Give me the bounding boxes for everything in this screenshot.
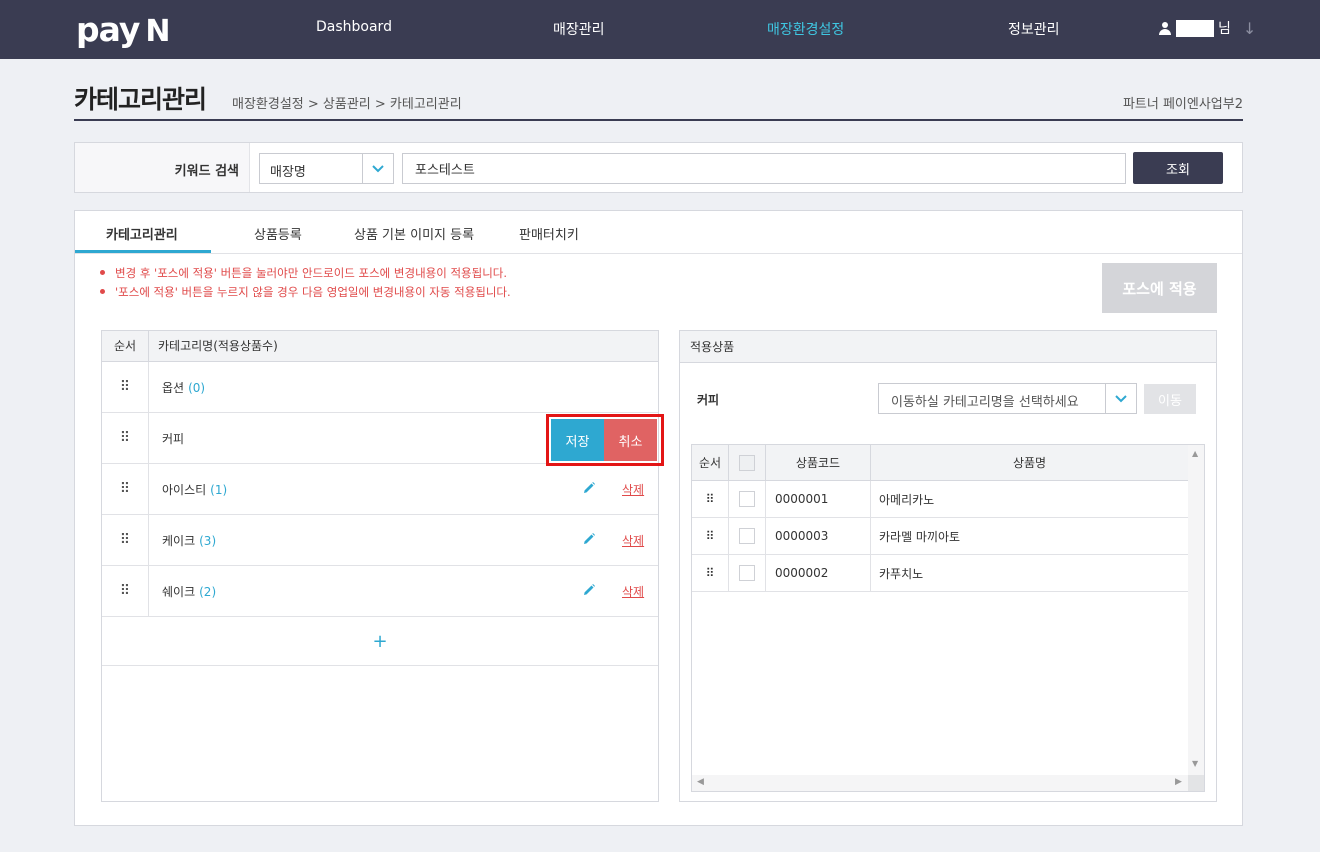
scroll-right-icon[interactable]: ▶ — [1175, 777, 1182, 787]
tab-category-management[interactable]: 카테고리관리 — [106, 224, 178, 243]
move-button[interactable]: 이동 — [1144, 384, 1196, 414]
partner-name: 파트너 페이엔사업부2 — [1122, 97, 1243, 112]
breadcrumb: 매장환경설정 > 상품관리 > 카테고리관리 — [232, 97, 462, 112]
chevron-down-icon[interactable] — [362, 154, 393, 183]
drag-handle-icon[interactable]: ⠿ — [102, 464, 149, 514]
category-row[interactable]: ⠿ 옵션 (0) — [102, 362, 658, 413]
category-table: 순서 카테고리명(적용상품수) ⠿ 옵션 (0) ⠿ 커피 ⠿ 아이스티 (1) 삭… — [101, 330, 659, 802]
tab-sales-touch-key[interactable]: 판매터치키 — [519, 224, 579, 243]
row-checkbox[interactable] — [739, 565, 755, 581]
apply-to-pos-button[interactable]: 포스에 적용 — [1102, 263, 1217, 313]
product-code: 0000003 — [766, 518, 871, 554]
user-menu[interactable]: 님 ↓ — [1158, 18, 1256, 38]
panel-title: 적용상품 — [680, 331, 1216, 363]
grid-header: 순서 상품코드 상품명 — [692, 445, 1188, 481]
edit-action-group: 저장 취소 — [546, 414, 664, 466]
nav-store-settings[interactable]: 매장환경설정 — [767, 19, 844, 39]
search-label: 키워드 검색 — [174, 164, 239, 179]
product-name: 카라멜 마끼아토 — [879, 529, 961, 544]
notice-line: '포스에 적용' 버튼을 누르지 않을 경우 다음 영업일에 변경내용이 자동 … — [100, 284, 511, 300]
drag-handle-icon[interactable]: ⠿ — [692, 555, 729, 591]
scroll-down-icon[interactable]: ▼ — [1192, 759, 1198, 768]
drag-handle-icon[interactable]: ⠿ — [692, 481, 729, 517]
nav-info-management[interactable]: 정보관리 — [1008, 19, 1060, 39]
bullet-icon — [100, 270, 105, 275]
chevron-down-icon[interactable] — [1105, 384, 1136, 413]
table-row[interactable]: ⠿ 0000001 아메리카노 — [692, 481, 1188, 518]
col-order-header: 순서 — [102, 331, 149, 361]
payn-logo[interactable]: pay N — [76, 10, 171, 49]
active-tab-indicator — [75, 250, 211, 253]
vertical-scrollbar[interactable]: ▲ ▼ — [1188, 445, 1204, 775]
pencil-icon[interactable] — [582, 481, 596, 495]
drag-handle-icon[interactable]: ⠿ — [102, 515, 149, 565]
current-category-label: 커피 — [697, 393, 720, 407]
tab-product-image-registration[interactable]: 상품 기본 이미지 등록 — [354, 224, 474, 243]
pencil-icon[interactable] — [582, 583, 596, 597]
row-checkbox[interactable] — [739, 528, 755, 544]
col-category-name-header: 카테고리명(적용상품수) — [158, 339, 278, 353]
scroll-up-icon[interactable]: ▲ — [1192, 449, 1198, 458]
category-row[interactable]: ⠿ 케이크 (3) 삭제 — [102, 515, 658, 566]
move-category-select[interactable]: 이동하실 카테고리명을 선택하세요 — [878, 383, 1137, 414]
row-checkbox[interactable] — [739, 491, 755, 507]
select-all-checkbox[interactable] — [739, 454, 755, 471]
nav-store-management[interactable]: 매장관리 — [553, 19, 605, 39]
user-icon — [1158, 21, 1172, 35]
col-product-name-header: 상품명 — [1012, 456, 1047, 470]
keyword-search-box: 키워드 검색 매장명 조회 — [74, 142, 1243, 193]
col-order-header: 순서 — [692, 445, 729, 480]
table-row[interactable]: ⠿ 0000003 카라멜 마끼아토 — [692, 518, 1188, 555]
tab-bar: 카테고리관리 상품등록 상품 기본 이미지 등록 판매터치키 — [75, 211, 1242, 254]
delete-link[interactable]: 삭제 — [622, 532, 644, 549]
search-field-select[interactable]: 매장명 — [259, 153, 394, 184]
product-grid: 순서 상품코드 상품명 ⠿ 0000001 아메리카노 ⠿ 0000003 카라… — [691, 444, 1205, 792]
page-title: 카테고리관리 — [74, 85, 207, 114]
product-name: 카푸치노 — [879, 566, 924, 581]
horizontal-scrollbar[interactable]: ◀ ▶ — [692, 775, 1204, 791]
user-name-masked — [1176, 19, 1214, 37]
main-card: 카테고리관리 상품등록 상품 기본 이미지 등록 판매터치키 변경 후 '포스에… — [74, 210, 1243, 826]
top-nav-bar: pay N Dashboard 매장관리 매장환경설정 정보관리 님 ↓ — [0, 0, 1320, 59]
search-button[interactable]: 조회 — [1133, 152, 1223, 184]
delete-link[interactable]: 삭제 — [622, 481, 644, 498]
category-row[interactable]: ⠿ 쉐이크 (2) 삭제 — [102, 566, 658, 617]
user-suffix: 님 — [1218, 21, 1231, 37]
product-code: 0000002 — [766, 555, 871, 591]
keyword-input[interactable] — [402, 153, 1126, 184]
category-row[interactable]: ⠿ 아이스티 (1) 삭제 — [102, 464, 658, 515]
bullet-icon — [100, 289, 105, 294]
table-header: 순서 카테고리명(적용상품수) — [102, 331, 658, 362]
table-row[interactable]: ⠿ 0000002 카푸치노 — [692, 555, 1188, 592]
delete-link[interactable]: 삭제 — [622, 583, 644, 600]
drag-handle-icon[interactable]: ⠿ — [102, 566, 149, 616]
cancel-button[interactable]: 취소 — [604, 419, 657, 461]
down-arrow-icon[interactable]: ↓ — [1243, 19, 1256, 38]
add-category-button[interactable]: + — [102, 619, 658, 666]
col-product-code-header: 상품코드 — [766, 445, 871, 480]
save-button[interactable]: 저장 — [551, 419, 604, 461]
pencil-icon[interactable] — [582, 532, 596, 546]
drag-handle-icon[interactable]: ⠿ — [102, 413, 149, 463]
notice-line: 변경 후 '포스에 적용' 버튼을 눌러야만 안드로이드 포스에 변경내용이 적… — [100, 265, 507, 281]
applied-products-panel: 적용상품 커피 이동하실 카테고리명을 선택하세요 이동 순서 상품코드 상품명… — [679, 330, 1217, 802]
nav-dashboard[interactable]: Dashboard — [316, 19, 392, 35]
product-code: 0000001 — [766, 481, 871, 517]
drag-handle-icon[interactable]: ⠿ — [692, 518, 729, 554]
product-name: 아메리카노 — [879, 492, 935, 507]
drag-handle-icon[interactable]: ⠿ — [102, 362, 149, 412]
title-divider — [74, 119, 1243, 121]
scroll-left-icon[interactable]: ◀ — [697, 777, 704, 787]
tab-product-registration[interactable]: 상품등록 — [254, 224, 302, 243]
